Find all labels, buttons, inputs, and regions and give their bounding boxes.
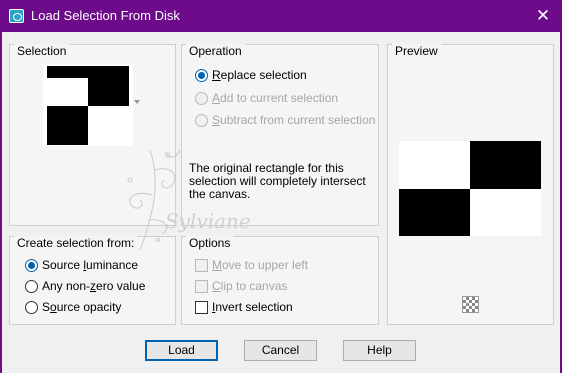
preview-image bbox=[399, 141, 541, 236]
help-button[interactable]: Help bbox=[343, 340, 416, 361]
radio-indicator bbox=[25, 258, 38, 272]
add-to-selection-radio: Add to current selection bbox=[195, 91, 338, 105]
radio-label: Source opacity bbox=[42, 300, 122, 314]
options-group-title: Options bbox=[186, 236, 234, 250]
create-selection-group-title: Create selection from: bbox=[14, 236, 138, 250]
radio-label: Subtract from current selection bbox=[212, 113, 376, 127]
window-border-left bbox=[0, 32, 2, 373]
checkerboard-icon[interactable] bbox=[462, 296, 479, 313]
close-button[interactable]: ✕ bbox=[532, 5, 554, 27]
window-title: Load Selection From Disk bbox=[31, 8, 180, 23]
checkbox-label: Clip to canvas bbox=[212, 279, 288, 293]
source-luminance-radio[interactable]: Source luminance bbox=[25, 258, 138, 272]
preview-group-title: Preview bbox=[392, 44, 441, 58]
operation-group-title: Operation bbox=[186, 44, 245, 58]
radio-label: Replace selection bbox=[212, 68, 307, 82]
radio-indicator bbox=[195, 68, 208, 82]
radio-label: Source luminance bbox=[42, 258, 139, 272]
selection-thumbnail[interactable] bbox=[43, 64, 133, 146]
selection-group-title: Selection bbox=[14, 44, 70, 58]
title-bar: Load Selection From Disk ✕ bbox=[0, 0, 562, 32]
radio-indicator bbox=[195, 91, 208, 105]
radio-indicator bbox=[25, 300, 38, 314]
app-icon bbox=[9, 9, 24, 23]
any-non-zero-value-radio[interactable]: Any non-zero value bbox=[25, 279, 145, 293]
invert-selection-checkbox[interactable]: Invert selection bbox=[195, 300, 293, 314]
checkbox-label: Invert selection bbox=[212, 300, 293, 314]
move-to-upper-left-checkbox: Move to upper left bbox=[195, 258, 308, 272]
checkbox-indicator bbox=[195, 258, 208, 272]
source-opacity-radio[interactable]: Source opacity bbox=[25, 300, 121, 314]
operation-info-text: The original rectangle for this selectio… bbox=[189, 161, 366, 201]
cancel-button[interactable]: Cancel bbox=[244, 340, 317, 361]
checkbox-indicator bbox=[195, 279, 208, 293]
radio-label: Any non-zero value bbox=[42, 279, 146, 293]
replace-selection-radio[interactable]: Replace selection bbox=[195, 68, 307, 82]
radio-label: Add to current selection bbox=[212, 91, 339, 105]
subtract-from-selection-radio: Subtract from current selection bbox=[195, 113, 375, 127]
radio-indicator bbox=[195, 113, 208, 127]
clip-to-canvas-checkbox: Clip to canvas bbox=[195, 279, 287, 293]
checkbox-indicator bbox=[195, 300, 208, 314]
load-button[interactable]: Load bbox=[145, 340, 218, 361]
radio-indicator bbox=[25, 279, 38, 293]
thumbnail-dropdown-arrow-icon[interactable] bbox=[134, 100, 140, 104]
checkbox-label: Move to upper left bbox=[212, 258, 309, 272]
